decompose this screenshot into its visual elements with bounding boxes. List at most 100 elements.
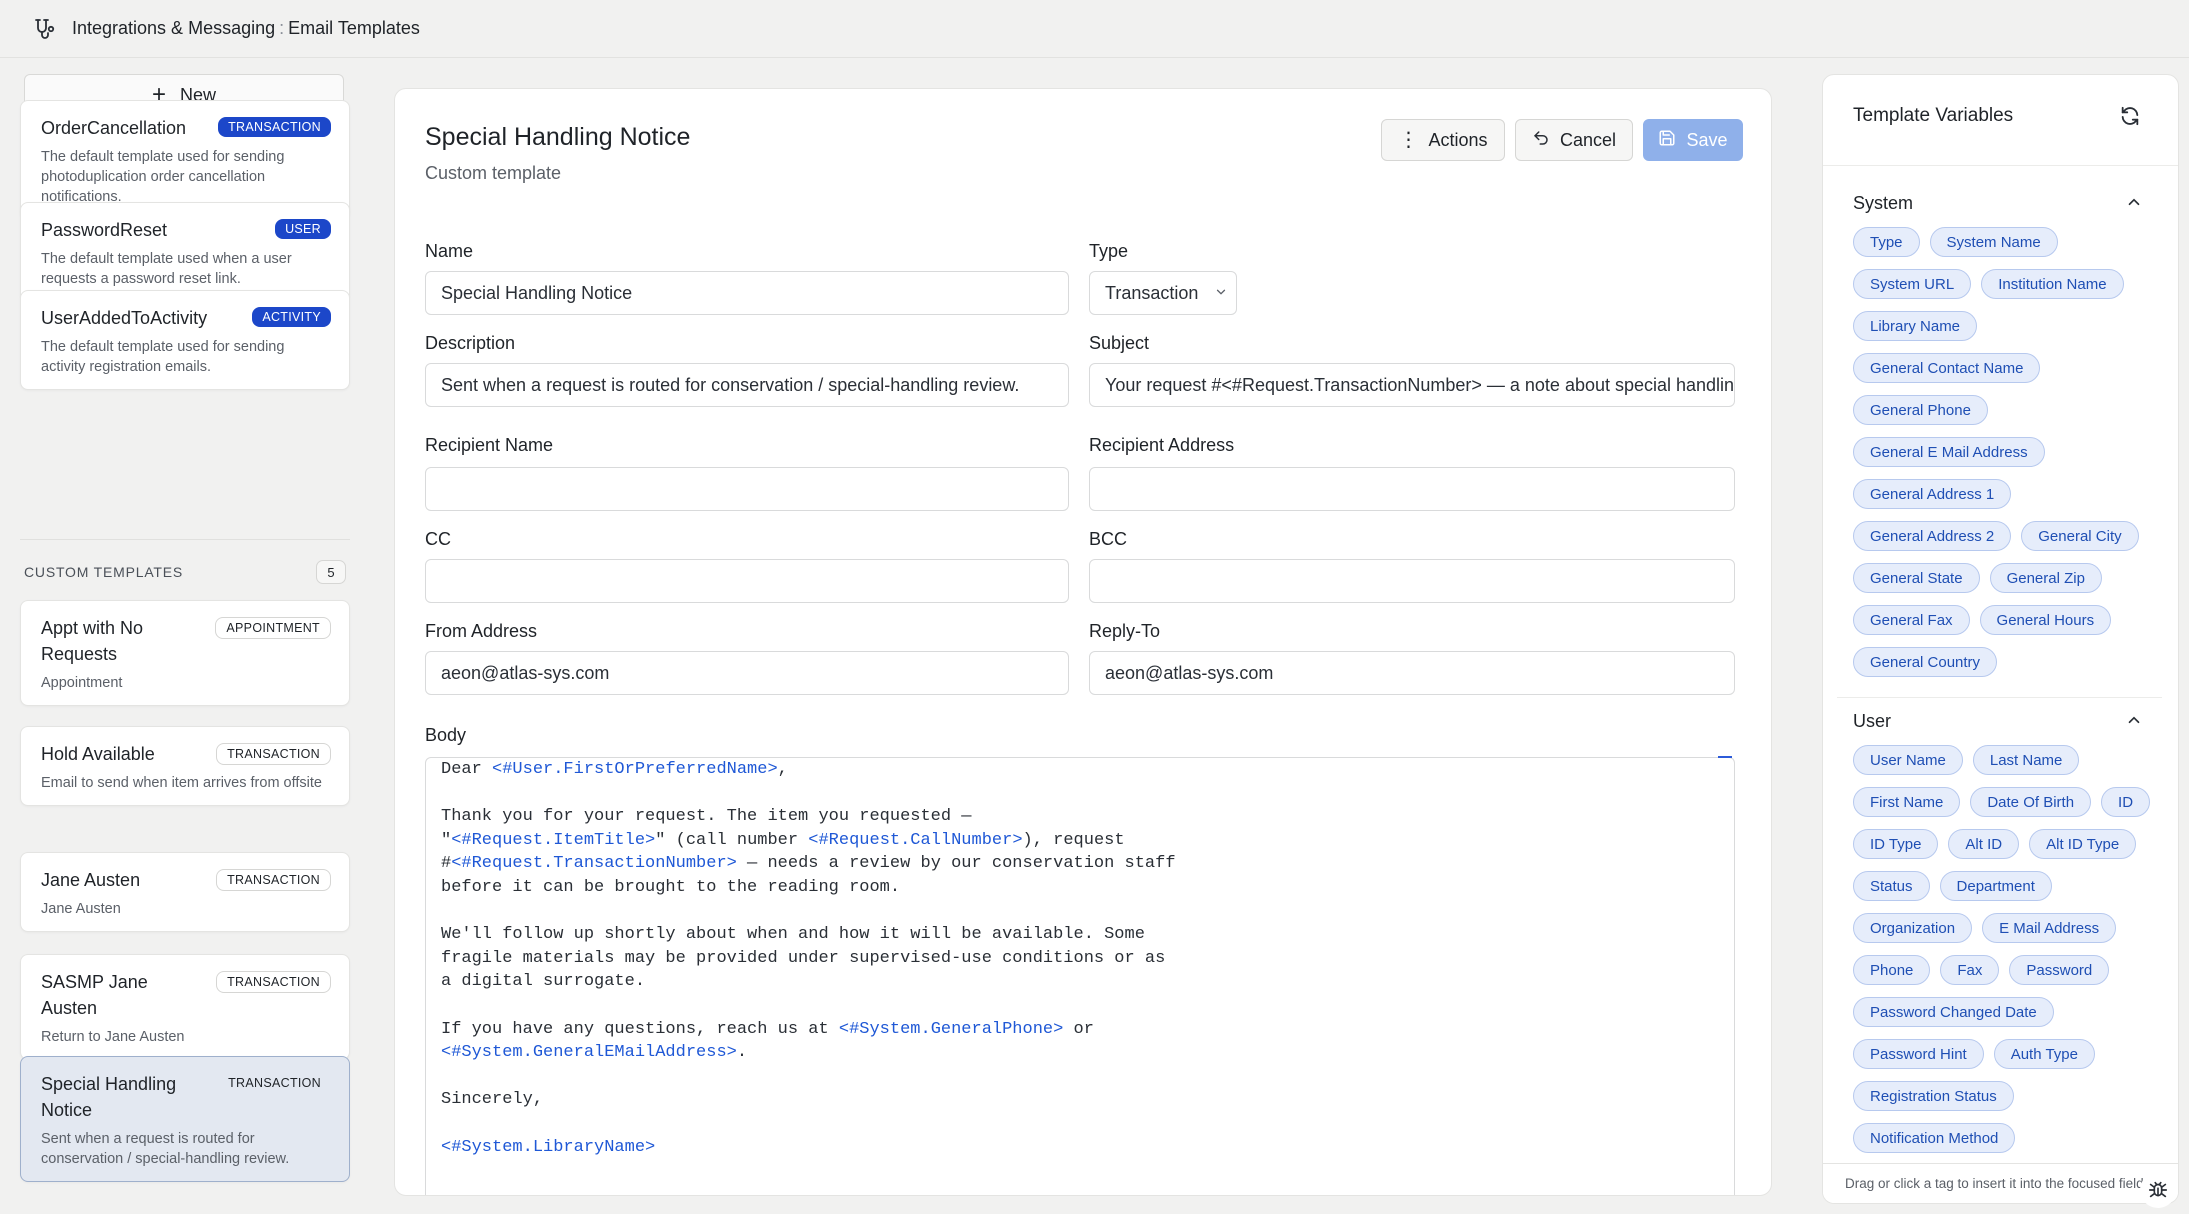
body-line <box>441 900 1719 924</box>
bcc-label: BCC <box>1089 529 1128 549</box>
template-name: Appt with No Requests <box>41 618 144 664</box>
template-type-badge: TRANSACTION <box>218 117 331 137</box>
variable-chip[interactable]: ID Type <box>1853 829 1939 859</box>
variable-chip[interactable]: ID <box>2101 787 2151 817</box>
type-select[interactable]: Transaction <box>1089 271 1237 315</box>
template-variable-token: <#Request.ItemTitle> <box>451 830 656 850</box>
reply-to-field[interactable]: aeon@atlas-sys.com <box>1089 651 1735 695</box>
variable-chip[interactable]: Notification Method <box>1853 1123 2016 1153</box>
body-text: If you have any questions, reach us at <box>441 1019 839 1039</box>
template-type-badge: TRANSACTION <box>216 971 331 993</box>
body-line: fragile materials may be provided under … <box>441 947 1719 971</box>
template-card-special-handling-notice[interactable]: Special Handling Notice TRANSACTION Sent… <box>20 1056 350 1182</box>
variable-chip[interactable]: Status <box>1853 871 1930 901</box>
template-type-badge: TRANSACTION <box>228 1076 321 1090</box>
breadcrumb-page: Email Templates <box>288 18 420 38</box>
variable-chip[interactable]: E Mail Address <box>1982 913 2117 943</box>
save-button[interactable]: Save <box>1643 119 1743 161</box>
variable-chip[interactable]: Type <box>1853 227 1920 257</box>
variable-chip[interactable]: Password <box>2009 955 2110 985</box>
template-card-passwordreset[interactable]: PasswordReset USER The default template … <box>20 202 350 302</box>
variable-chip[interactable]: General Zip <box>1989 563 2102 593</box>
body-label: Body <box>425 725 467 745</box>
chevron-up-icon[interactable] <box>2125 711 2143 729</box>
body-line: We'll follow up shortly about when and h… <box>441 923 1719 947</box>
template-description: Sent when a request is routed for conser… <box>41 1131 290 1167</box>
variable-chip[interactable]: User Name <box>1853 745 1963 775</box>
template-card-hold-available[interactable]: Hold Available TRANSACTION Email to send… <box>20 726 350 806</box>
body-line <box>441 1065 1719 1089</box>
variable-chip[interactable]: General E Mail Address <box>1853 437 2045 467</box>
chevron-down-icon <box>1214 283 1228 304</box>
variable-chip[interactable]: Date Of Birth <box>1970 787 2092 817</box>
variable-chip[interactable]: Alt ID Type <box>2029 829 2137 859</box>
recipient-address-field[interactable] <box>1089 467 1735 511</box>
template-variable-token: <#System.LibraryName> <box>441 1137 656 1157</box>
variable-chip[interactable]: General Hours <box>1979 605 2112 635</box>
variable-chip[interactable]: General Contact Name <box>1853 353 2041 383</box>
variable-chip[interactable]: System Name <box>1929 227 2058 257</box>
template-name: Jane Austen <box>41 870 141 890</box>
body-line: If you have any questions, reach us at <… <box>441 1018 1719 1042</box>
variable-chip[interactable]: Phone <box>1853 955 1931 985</box>
template-card-jane-austen[interactable]: Jane Austen TRANSACTION Jane Austen <box>20 852 350 932</box>
type-label: Type <box>1089 241 1129 261</box>
variable-chip[interactable]: System URL <box>1853 269 1972 299</box>
variable-chip[interactable]: Library Name <box>1853 311 1978 341</box>
variable-chip[interactable]: Department <box>1939 871 2052 901</box>
body-line: <#System.LibraryName> <box>441 1136 1719 1160</box>
editor-scroll-marker <box>1718 756 1732 758</box>
bcc-field[interactable] <box>1089 559 1735 603</box>
template-name: Special Handling Notice <box>41 1074 177 1120</box>
description-field[interactable]: Sent when a request is routed for conser… <box>425 363 1069 407</box>
recipient-name-field[interactable] <box>425 467 1069 511</box>
variable-chip[interactable]: General Address 2 <box>1853 521 2012 551</box>
variables-footer-hint: Drag or click a tag to insert it into th… <box>1823 1163 2178 1203</box>
template-description: The default template used for sending ac… <box>41 339 285 375</box>
template-card-useraddedtoactivity[interactable]: UserAddedToActivity ACTIVITY The default… <box>20 290 350 390</box>
body-text: " (call number <box>655 830 809 850</box>
subject-field[interactable]: Your request #<#Request.TransactionNumbe… <box>1089 363 1735 407</box>
body-editor[interactable]: Dear <#User.FirstOrPreferredName>, Thank … <box>425 757 1735 1195</box>
body-line: "<#Request.ItemTitle>" (call number <#Re… <box>441 829 1719 853</box>
template-type-badge: ACTIVITY <box>252 307 331 327</box>
recipient-name-label: Recipient Name <box>425 435 554 455</box>
variable-chip[interactable]: General Phone <box>1853 395 1988 425</box>
variable-chip[interactable]: General City <box>2021 521 2139 551</box>
template-card-sasmp-jane-austen[interactable]: SASMP Jane Austen TRANSACTION Return to … <box>20 954 350 1060</box>
variable-chip[interactable]: Institution Name <box>1981 269 2124 299</box>
variable-chip[interactable]: Password Hint <box>1853 1039 1984 1069</box>
variable-chip[interactable]: Registration Status <box>1853 1081 2014 1111</box>
body-line: before it can be brought to the reading … <box>441 876 1719 900</box>
template-card-appt-with-no-requests[interactable]: Appt with No Requests APPOINTMENT Appoin… <box>20 600 350 706</box>
variable-chip[interactable]: Fax <box>1940 955 2000 985</box>
variable-chip[interactable]: Auth Type <box>1993 1039 2095 1069</box>
variable-chip[interactable]: First Name <box>1853 787 1961 817</box>
variable-chip[interactable]: Organization <box>1853 913 1973 943</box>
variable-chip[interactable]: Password Changed Date <box>1853 997 2054 1027</box>
body-text: , <box>777 760 788 779</box>
variable-chip[interactable]: General Fax <box>1853 605 1970 635</box>
chevron-up-icon[interactable] <box>2125 193 2143 211</box>
cc-label: CC <box>425 529 451 549</box>
variable-chip[interactable]: Last Name <box>1972 745 2080 775</box>
bug-icon[interactable] <box>2140 1172 2176 1208</box>
variable-chip[interactable]: General State <box>1853 563 1980 593</box>
cancel-button[interactable]: Cancel <box>1515 119 1633 161</box>
variable-chip[interactable]: Alt ID <box>1948 829 2020 859</box>
body-text: . <box>736 1043 748 1063</box>
actions-button[interactable]: ⋮ Actions <box>1381 119 1505 161</box>
actions-button-label: Actions <box>1428 129 1488 150</box>
group-title-system[interactable]: System <box>1853 193 1913 214</box>
variable-chip[interactable]: General Address 1 <box>1853 479 2012 509</box>
from-address-field[interactable]: aeon@atlas-sys.com <box>425 651 1069 695</box>
refresh-icon[interactable] <box>2119 105 2145 131</box>
variable-chip[interactable]: General Country <box>1853 647 1998 677</box>
template-description: Return to Jane Austen <box>41 1029 185 1045</box>
template-variable-token: <#Request.TransactionNumber> <box>451 854 737 874</box>
template-editor: Special Handling Notice Custom template … <box>394 88 1772 1196</box>
cc-field[interactable] <box>425 559 1069 603</box>
breadcrumb-section[interactable]: Integrations & Messaging <box>72 18 275 39</box>
name-field[interactable]: Special Handling Notice <box>425 271 1069 315</box>
group-title-user[interactable]: User <box>1853 711 1891 732</box>
